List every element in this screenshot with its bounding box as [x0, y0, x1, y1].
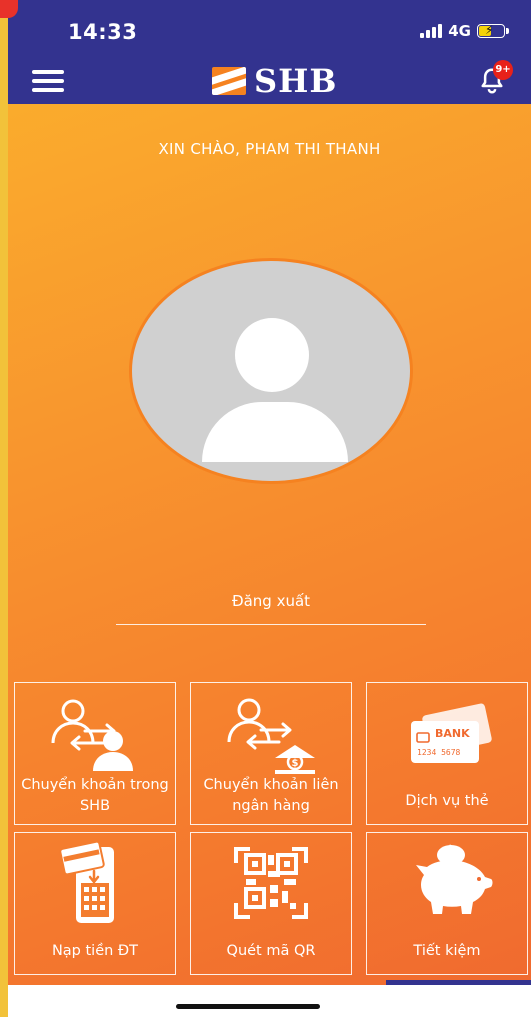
status-time: 14:33 — [68, 20, 138, 44]
screen-edge — [0, 0, 8, 1017]
top-bar: 14:33 4G ⚡ SHB 9+ — [8, 0, 531, 104]
logout-link[interactable]: Đăng xuất — [116, 592, 426, 625]
tile-phone-topup[interactable]: Nạp tiền ĐT — [14, 832, 176, 975]
quick-actions-grid: Chuyển khoản trong SHB $ Chuyển khoản li… — [14, 682, 530, 975]
notification-badge: 9+ — [493, 60, 513, 80]
tile-transfer-interbank[interactable]: $ Chuyển khoản liên ngân hàng — [190, 682, 352, 825]
bottom-accent-bar — [386, 980, 531, 985]
tile-label: Dịch vụ thẻ — [405, 793, 489, 809]
avatar[interactable] — [129, 258, 413, 484]
tile-label: Chuyển khoản liên ngân hàng — [203, 777, 339, 814]
bank-card-icon: BANK 1234 5678 — [411, 703, 492, 763]
tile-label: Nạp tiền ĐT — [51, 943, 139, 959]
transfer-users-icon — [51, 699, 133, 771]
tile-label: Chuyển khoản trong SHB — [21, 777, 169, 814]
avatar-head-shape — [235, 318, 309, 392]
menu-button[interactable] — [32, 70, 64, 92]
app-screen: 14:33 4G ⚡ SHB 9+ XIN CHÀO, PHAM THI THA… — [8, 0, 531, 985]
signal-icon — [420, 24, 443, 38]
card-bank-text: BANK — [435, 727, 470, 740]
svg-text:$: $ — [292, 758, 299, 769]
phone-topup-icon — [59, 841, 114, 923]
shb-logo-icon — [212, 67, 246, 95]
notification-button[interactable]: 9+ — [477, 60, 513, 96]
avatar-body-shape — [202, 402, 348, 462]
interbank-transfer-icon: $ — [227, 698, 315, 774]
battery-icon: ⚡ — [477, 23, 509, 38]
tile-label: Quét mã QR — [226, 943, 316, 959]
brand-name: SHB — [254, 62, 338, 100]
tile-qr-scan[interactable]: Quét mã QR — [190, 832, 352, 975]
tile-label: Tiết kiệm — [413, 943, 481, 959]
tile-transfer-internal[interactable]: Chuyển khoản trong SHB — [14, 682, 176, 825]
card-number-text: 1234 5678 — [417, 748, 461, 757]
greeting-text: XIN CHÀO, PHAM THI THANH — [158, 140, 381, 158]
status-indicators: 4G ⚡ — [420, 22, 509, 40]
qr-scan-icon — [234, 847, 308, 919]
tile-savings[interactable]: Tiết kiệm — [366, 832, 528, 975]
home-indicator[interactable] — [176, 1004, 320, 1009]
piggy-bank-icon — [416, 844, 493, 914]
brand-logo: SHB — [212, 62, 337, 100]
network-type: 4G — [448, 22, 471, 40]
tile-card-services[interactable]: BANK 1234 5678 Dịch vụ thẻ — [366, 682, 528, 825]
